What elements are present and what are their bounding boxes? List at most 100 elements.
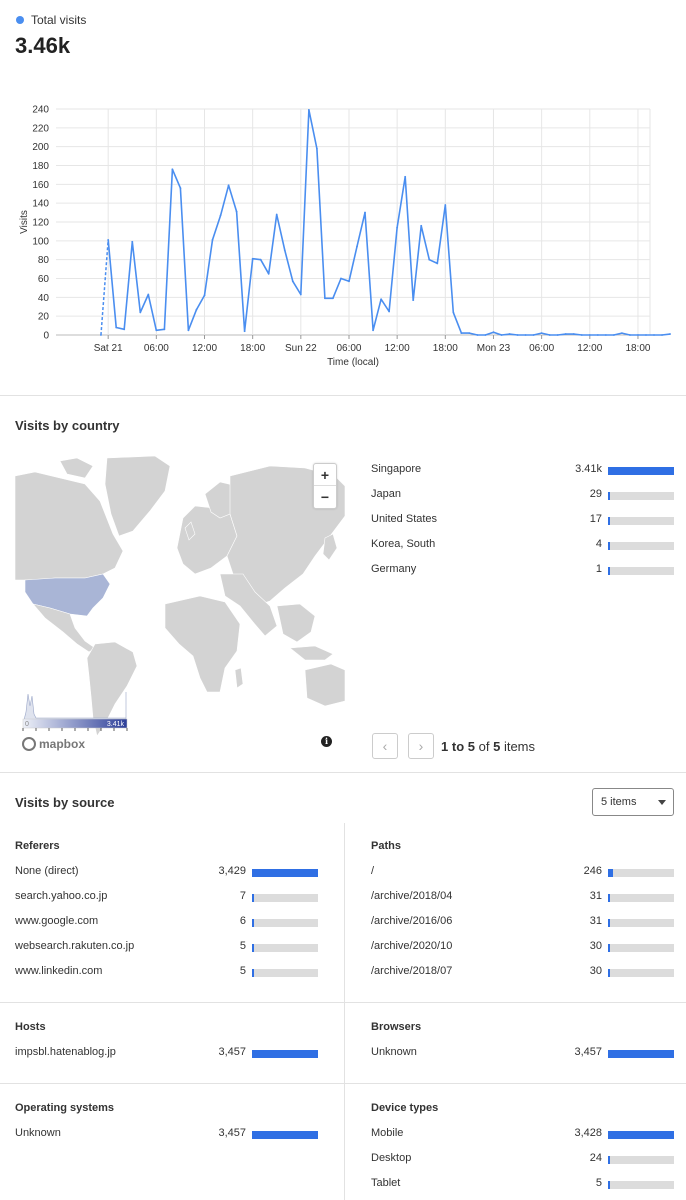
data-point bbox=[123, 328, 126, 331]
data-point bbox=[107, 238, 110, 241]
referer-row-bar bbox=[252, 869, 318, 877]
divider bbox=[0, 1083, 686, 1084]
info-icon[interactable]: i bbox=[321, 736, 332, 747]
referer-row[interactable]: None (direct) 3,429 bbox=[15, 865, 318, 881]
path-row[interactable]: /archive/2018/04 31 bbox=[371, 890, 674, 906]
country-row[interactable]: Germany 1 bbox=[371, 563, 674, 579]
host-row-value: 3,457 bbox=[218, 1046, 246, 1058]
data-point bbox=[131, 240, 134, 243]
data-point bbox=[171, 168, 174, 171]
referer-row[interactable]: www.google.com 6 bbox=[15, 915, 318, 931]
data-point bbox=[275, 213, 278, 216]
path-row-bar bbox=[608, 869, 674, 877]
mapbox-logo: mapbox bbox=[22, 737, 85, 751]
browser-row-value: 3,457 bbox=[574, 1046, 602, 1058]
country-row[interactable]: Japan 29 bbox=[371, 488, 674, 504]
country-row-value: 3.41k bbox=[575, 463, 602, 475]
referer-row[interactable]: websearch.rakuten.co.jp 5 bbox=[15, 940, 318, 956]
data-point bbox=[147, 293, 150, 296]
device-row-value: 5 bbox=[595, 1177, 602, 1189]
host-row[interactable]: impsbl.hatenablog.jp 3,457 bbox=[15, 1046, 318, 1062]
data-point bbox=[629, 334, 631, 336]
referer-row[interactable]: www.linkedin.com 5 bbox=[15, 965, 318, 981]
data-point bbox=[356, 245, 358, 248]
x-tick-label: 12:00 bbox=[577, 343, 602, 354]
device-row[interactable]: Tablet 5 bbox=[371, 1177, 674, 1193]
path-row-value: 31 bbox=[589, 890, 602, 902]
map-region-japan bbox=[322, 533, 338, 561]
data-point bbox=[259, 258, 262, 261]
total-visits-legend[interactable]: Total visits bbox=[16, 13, 86, 27]
path-row-value: 246 bbox=[583, 865, 602, 877]
zoom-in-button[interactable]: + bbox=[314, 464, 336, 486]
referer-row-bar bbox=[252, 944, 318, 952]
data-point bbox=[115, 326, 118, 329]
visits-line-chart[interactable]: 0 20 40 60 80 100 120 140 160 180 200 220 240 Sat 21 0… bbox=[0, 95, 686, 375]
os-title: Operating systems bbox=[15, 1102, 115, 1114]
data-point bbox=[195, 308, 198, 311]
map-color-legend: 0 3.41k bbox=[22, 692, 128, 731]
mapbox-logo-icon bbox=[22, 737, 36, 751]
path-row[interactable]: /archive/2020/10 30 bbox=[371, 940, 674, 956]
map-region-arctic-islands bbox=[59, 457, 94, 479]
referer-row-value: 7 bbox=[239, 890, 246, 902]
x-tick-label: Sat 21 bbox=[94, 343, 123, 354]
data-point bbox=[163, 328, 166, 331]
country-row[interactable]: Korea, South 4 bbox=[371, 538, 674, 554]
pager-prev-button[interactable]: ‹ bbox=[372, 733, 398, 759]
data-point bbox=[508, 333, 511, 335]
y-tick-label: 20 bbox=[38, 312, 50, 323]
data-point bbox=[332, 297, 334, 300]
referers-title: Referers bbox=[15, 840, 60, 852]
y-axis-label: Visits bbox=[19, 210, 30, 234]
path-row[interactable]: /archive/2018/07 30 bbox=[371, 965, 674, 981]
device-row-bar-fill bbox=[608, 1156, 610, 1164]
data-point bbox=[348, 280, 350, 283]
country-row-bar-fill bbox=[608, 492, 610, 500]
data-point bbox=[396, 226, 399, 229]
country-row[interactable]: Singapore 3.41k bbox=[371, 463, 674, 479]
map-region-africa bbox=[164, 595, 241, 693]
path-row[interactable]: /archive/2016/06 31 bbox=[371, 915, 674, 931]
data-point bbox=[235, 210, 238, 213]
data-point bbox=[540, 332, 543, 335]
host-row-bar bbox=[252, 1050, 318, 1058]
map-zoom-control: + − bbox=[313, 463, 337, 509]
pager-next-button[interactable]: › bbox=[408, 733, 434, 759]
os-row[interactable]: Unknown 3,457 bbox=[15, 1127, 318, 1143]
zoom-out-button[interactable]: − bbox=[314, 486, 336, 508]
data-point bbox=[645, 334, 647, 336]
device-row[interactable]: Desktop 24 bbox=[371, 1152, 674, 1168]
device-row-value: 3,428 bbox=[574, 1127, 602, 1139]
path-row[interactable]: /246 bbox=[371, 865, 674, 881]
data-point bbox=[669, 333, 671, 335]
data-point bbox=[340, 277, 342, 280]
path-row-bar bbox=[608, 969, 674, 977]
data-point bbox=[572, 333, 575, 335]
referer-row-value: 6 bbox=[239, 915, 246, 927]
referer-row-bar-fill bbox=[252, 944, 254, 952]
map-legend-max: 3.41k bbox=[107, 721, 125, 728]
referer-row[interactable]: search.yahoo.co.jp 7 bbox=[15, 890, 318, 906]
device-row[interactable]: Mobile 3,428 bbox=[371, 1127, 674, 1143]
path-row-value: 30 bbox=[589, 965, 602, 977]
map-region-greenland bbox=[104, 456, 171, 537]
country-row[interactable]: United States 17 bbox=[371, 513, 674, 529]
country-row-bar-fill bbox=[608, 567, 610, 575]
data-point bbox=[364, 211, 366, 214]
country-row-value: 17 bbox=[589, 513, 602, 525]
items-count-select[interactable]: 5 items bbox=[592, 788, 674, 816]
referer-row-bar-fill bbox=[252, 894, 254, 902]
country-row-bar-fill bbox=[608, 467, 674, 475]
data-point bbox=[324, 297, 326, 300]
path-row-bar-fill bbox=[608, 944, 610, 952]
country-row-bar-fill bbox=[608, 517, 610, 525]
data-point bbox=[452, 311, 455, 314]
browser-row[interactable]: Unknown 3,457 bbox=[371, 1046, 674, 1062]
path-row-bar bbox=[608, 894, 674, 902]
country-row-value: 4 bbox=[595, 538, 602, 550]
path-row-value: 30 bbox=[589, 940, 602, 952]
os-row-bar-fill bbox=[252, 1131, 318, 1139]
y-tick-label: 60 bbox=[38, 274, 50, 285]
map-region-indonesia bbox=[289, 645, 334, 661]
